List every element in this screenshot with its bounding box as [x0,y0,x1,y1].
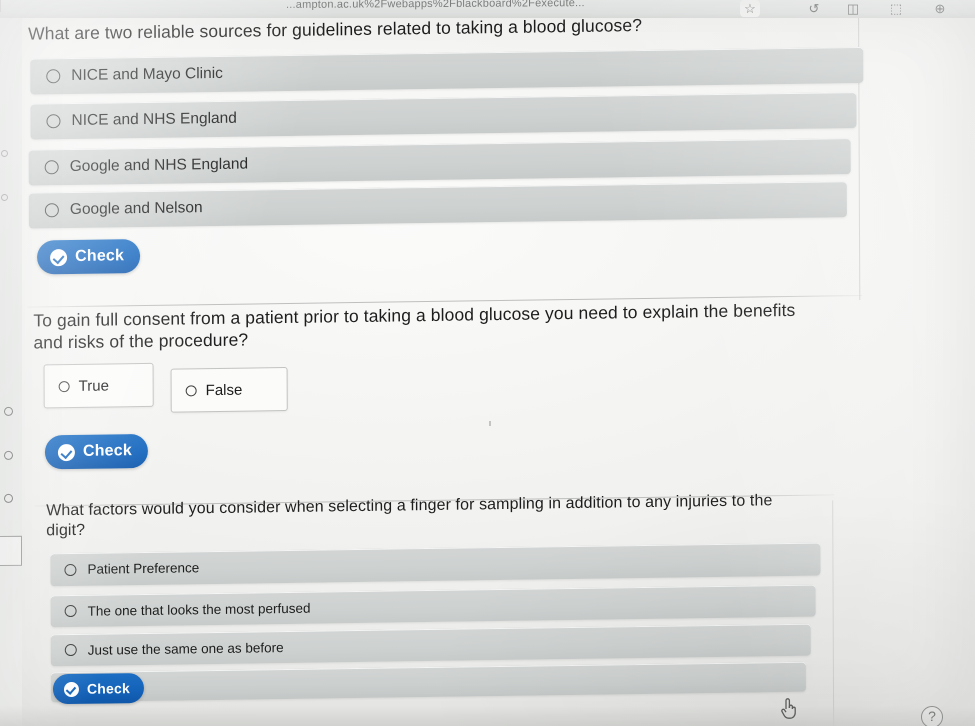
radio-icon[interactable] [185,384,197,396]
quiz-page: What are two reliable sources for guidel… [0,0,975,726]
q1-option-2-label: Google and NHS England [69,155,249,176]
toolbar-divider [0,0,1,12]
question-3-prompt: What factors would you consider when sel… [46,492,773,540]
q1-option-0-label: NICE and Mayo Clinic [71,64,223,85]
q1-option-2[interactable]: Google and NHS England [28,138,851,186]
q2-check-label: Check [82,442,132,460]
q2-option-false-label: False [205,381,243,399]
radio-icon[interactable] [64,563,77,576]
check-circle-icon [57,443,75,461]
question-2-prompt: To gain full consent from a patient prio… [33,299,796,353]
q3-option-1[interactable]: The one that looks the most perfused [50,584,816,628]
radio-icon[interactable] [64,604,77,618]
q1-check-label: Check [75,247,125,265]
radio-icon[interactable] [46,114,61,129]
q1-option-0[interactable]: NICE and Mayo Clinic [30,46,864,95]
q2-option-true[interactable]: True [43,362,154,409]
help-icon[interactable]: ? [921,706,943,726]
q3-check-button[interactable]: Check [52,672,145,705]
q3-check-label: Check [86,680,131,697]
q3-option-2-label: Just use the same one as before [87,639,284,658]
q3-option-0-label: Patient Preference [87,560,200,577]
bookmark-icon[interactable]: ☆ [740,0,760,17]
screen-speck [489,421,491,426]
pointing-hand-cursor [779,696,799,725]
q2-check-button[interactable]: Check [44,433,149,470]
collections-icon[interactable]: ⬚ [886,0,906,17]
q1-option-1-label: NICE and NHS England [71,109,237,130]
radio-icon[interactable] [58,380,70,392]
q1-option-3-label: Google and Nelson [69,199,203,219]
q1-option-1[interactable]: NICE and NHS England [30,92,857,140]
q1-option-3[interactable]: Google and Nelson [28,181,847,229]
q3-option-3[interactable] [50,661,807,703]
check-circle-icon [50,248,68,266]
q2-option-false[interactable]: False [170,366,288,413]
content-right-edge [857,0,861,301]
q3-option-1-label: The one that looks the most perfused [87,600,311,619]
q1-check-button[interactable]: Check [36,239,141,275]
profile-icon[interactable]: ⊕ [930,0,950,17]
radio-icon[interactable] [46,69,61,84]
browser-toolbar: ...ampton.ac.uk%2Fwebapps%2Fblackboard%2… [0,0,975,18]
check-circle-icon [63,681,79,697]
bottom-edge-shade [0,706,975,726]
screen-photo: ...ampton.ac.uk%2Fwebapps%2Fblackboard%2… [0,0,975,726]
radio-icon[interactable] [44,160,59,175]
content-right-edge [832,500,835,726]
q3-option-2[interactable]: Just use the same one as before [50,623,811,667]
address-bar-url[interactable]: ...ampton.ac.uk%2Fwebapps%2Fblackboard%2… [286,0,585,11]
q2-option-true-label: True [78,376,109,395]
radio-icon[interactable] [64,643,77,657]
radio-icon[interactable] [44,203,59,218]
refresh-icon[interactable]: ↺ [804,0,824,17]
reading-list-icon[interactable]: ◫ [843,0,863,17]
q3-option-0[interactable]: Patient Preference [50,542,821,587]
